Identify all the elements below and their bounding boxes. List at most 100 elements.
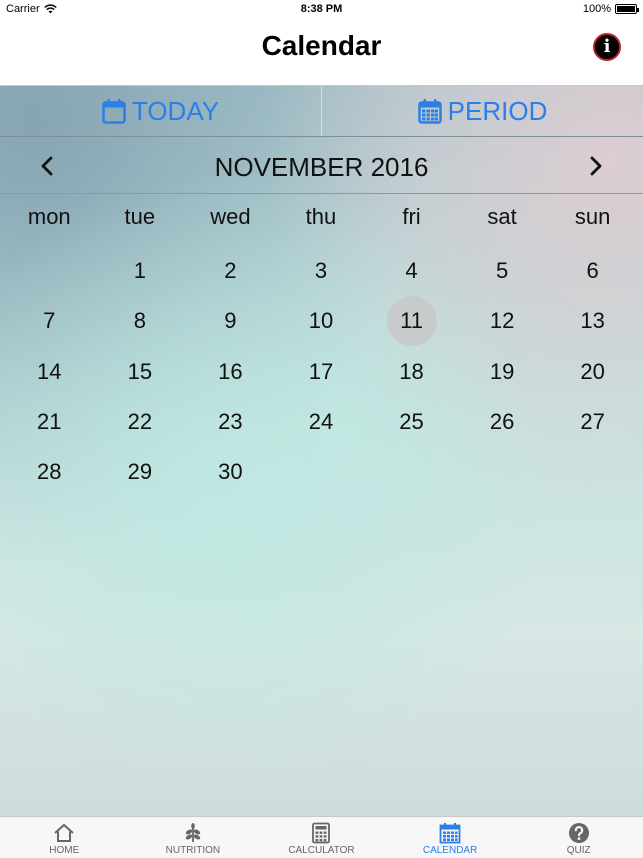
day-number: 1 [133, 258, 146, 284]
period-button[interactable]: PERIOD [321, 86, 643, 136]
day-cell[interactable]: 24 [276, 397, 367, 447]
today-label: TODAY [131, 95, 220, 126]
next-month-button[interactable] [580, 151, 610, 181]
day-number: 6 [586, 258, 599, 284]
empty-day-cell [366, 447, 457, 497]
day-number: 21 [37, 409, 62, 435]
today-button[interactable]: TODAY [0, 86, 321, 136]
day-cell[interactable]: 8 [95, 296, 186, 346]
day-cell[interactable]: 18 [366, 347, 457, 397]
empty-day-cell [4, 246, 95, 296]
tab-calculator[interactable]: CALCULATOR [257, 817, 386, 858]
calendar-grid-icon [417, 99, 442, 124]
day-cell[interactable]: 5 [457, 246, 548, 296]
tab-nutrition[interactable]: NUTRITION [129, 817, 258, 858]
day-cell[interactable]: 9 [185, 296, 276, 346]
day-cell[interactable]: 22 [95, 397, 186, 447]
day-number: 28 [37, 459, 62, 485]
day-cell[interactable]: 14 [4, 347, 95, 397]
weekday-label: wed [210, 204, 251, 229]
day-cell[interactable]: 19 [457, 347, 548, 397]
day-number: 19 [489, 358, 515, 384]
period-label: PERIOD [447, 95, 548, 126]
weekday-label: sun [574, 204, 611, 229]
day-number: 3 [314, 258, 328, 284]
day-number: 12 [489, 308, 515, 334]
week-row: 7 8 9 10 11 12 13 [4, 296, 638, 347]
day-number: 29 [127, 459, 153, 485]
empty-day-cell [547, 447, 638, 497]
week-row: 1 2 3 4 5 6 [4, 246, 638, 296]
day-number: 30 [218, 459, 243, 485]
day-number: 18 [399, 358, 424, 384]
weekday-label: mon [27, 204, 71, 229]
day-cell[interactable]: 17 [276, 347, 367, 397]
day-number: 2 [224, 258, 237, 284]
day-number: 10 [308, 308, 334, 334]
day-number: 7 [43, 308, 56, 334]
tab-calculator-label: CALCULATOR [288, 845, 355, 856]
battery-indicator: 100% [582, 3, 639, 15]
tab-home[interactable]: HOME [0, 817, 129, 858]
plant-icon [185, 823, 201, 842]
selected-day-cell[interactable]: 11 [366, 296, 457, 347]
segment-control: TODAY PERIOD [0, 86, 643, 137]
day-cell[interactable]: 3 [276, 246, 367, 296]
calendar-icon [102, 99, 126, 124]
day-number: 13 [580, 308, 605, 334]
tab-nutrition-label: NUTRITION [165, 845, 221, 856]
empty-day-cell [276, 447, 367, 497]
day-cell[interactable]: 20 [547, 347, 638, 397]
day-cell[interactable]: 16 [185, 347, 276, 397]
day-number: 22 [127, 409, 153, 435]
day-cell[interactable]: 13 [547, 296, 638, 346]
tab-calendar[interactable]: CALENDAR [386, 817, 515, 858]
day-cell[interactable]: 28 [4, 447, 95, 497]
day-cell[interactable]: 26 [457, 397, 548, 447]
day-cell[interactable]: 15 [95, 347, 186, 397]
day-cell[interactable]: 10 [276, 296, 367, 346]
day-cell[interactable]: 27 [547, 397, 638, 447]
day-number: 14 [37, 358, 62, 384]
day-cell[interactable]: 29 [95, 447, 186, 497]
day-cell[interactable]: 4 [366, 246, 457, 296]
page-title: Calendar [261, 30, 382, 61]
day-cell[interactable]: 7 [4, 296, 95, 346]
day-number: 5 [495, 258, 509, 284]
weekday-label: thu [305, 204, 337, 229]
tab-quiz-label: QUIZ [566, 845, 591, 856]
day-number: 16 [218, 358, 243, 384]
calendar-content: TODAY PERIOD NOVEMBER 2016 mon tue wed t… [0, 86, 643, 816]
week-row: 21 22 23 24 25 26 27 [4, 397, 638, 447]
day-cell[interactable]: 25 [366, 397, 457, 447]
day-number: 27 [580, 409, 605, 435]
day-number: 17 [308, 358, 334, 384]
day-cell[interactable]: 30 [185, 447, 276, 497]
day-number: 9 [224, 308, 237, 334]
day-cell[interactable]: 23 [185, 397, 276, 447]
day-cell[interactable]: 6 [547, 246, 638, 296]
tab-calendar-label: CALENDAR [422, 845, 478, 856]
day-cell[interactable]: 21 [4, 397, 95, 447]
weekday-label: sat [487, 204, 517, 229]
empty-day-cell [457, 447, 548, 497]
day-number: 23 [218, 409, 243, 435]
day-cell[interactable]: 12 [457, 296, 548, 346]
home-icon [54, 824, 74, 842]
weekday-label: fri [402, 204, 421, 229]
week-row: 28 29 30 [4, 447, 638, 497]
weekday-header: mon tue wed thu fri sat sun [4, 204, 638, 230]
question-icon [568, 823, 589, 843]
day-number: 24 [308, 409, 334, 435]
month-header: NOVEMBER 2016 [0, 137, 643, 194]
clock: 8:38 PM [300, 3, 343, 15]
info-button[interactable]: i [593, 33, 621, 61]
tab-quiz[interactable]: QUIZ [514, 817, 643, 858]
day-cell[interactable]: 1 [95, 246, 186, 296]
battery-percent: 100% [582, 3, 611, 15]
day-number: 11 [400, 308, 423, 334]
day-cell[interactable]: 2 [185, 246, 276, 296]
info-icon: i [603, 36, 611, 57]
tab-home-label: HOME [49, 845, 80, 856]
status-bar: Carrier 8:38 PM 100% [0, 0, 643, 20]
